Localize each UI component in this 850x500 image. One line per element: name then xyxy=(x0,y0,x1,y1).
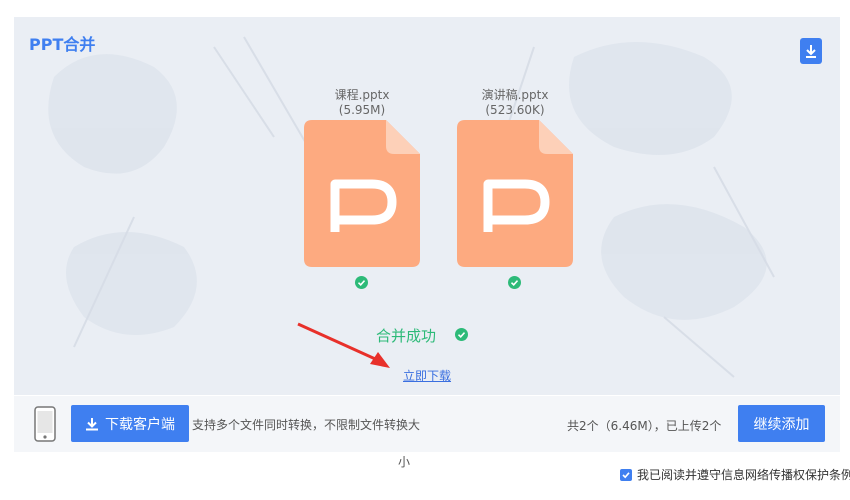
promo-text-wrap: 小 xyxy=(398,455,411,469)
upload-summary: 共2个（6.46M），已上传2个 xyxy=(567,419,722,433)
upload-success-icon xyxy=(355,276,368,289)
file-item: 演讲稿.pptx (523.60K) xyxy=(450,88,580,289)
file-size: (5.95M) xyxy=(338,103,386,117)
download-icon-button[interactable] xyxy=(800,38,822,64)
agreement-checkbox[interactable] xyxy=(620,468,632,481)
file-name: 演讲稿.pptx xyxy=(481,88,549,102)
download-icon xyxy=(806,45,816,58)
file-size: (523.60K) xyxy=(485,103,545,117)
file-item: 课程.pptx (5.95M) xyxy=(297,88,427,289)
agreement-row: 我已阅读并遵守信息网络传播权保护条例 xyxy=(620,466,850,483)
page-title: PPT合并 xyxy=(29,35,96,54)
agreement-text: 我已阅读并遵守信息网络传播权保护条例 xyxy=(637,468,850,482)
merge-status: 合并成功 xyxy=(376,327,437,345)
promo-text: 支持多个文件同时转换，不限制文件转换大 xyxy=(192,418,421,432)
checkmark-icon xyxy=(622,471,630,478)
download-client-button[interactable]: 下载客户端 xyxy=(71,405,189,442)
continue-add-button[interactable]: 继续添加 xyxy=(738,405,825,442)
download-icon xyxy=(86,417,98,430)
ppt-file-icon xyxy=(304,120,420,267)
ppt-merge-page: PPT合并 课程.pptx (5.95M) 演讲稿.pptx (523.60K) xyxy=(0,0,850,500)
upload-success-icon xyxy=(508,276,521,289)
success-check-icon xyxy=(455,328,468,341)
download-client-label: 下载客户端 xyxy=(105,416,175,433)
bottom-bar: 下载客户端 支持多个文件同时转换，不限制文件转换大 共2个（6.46M），已上传… xyxy=(14,396,840,452)
ppt-file-icon xyxy=(457,120,573,267)
phone-icon xyxy=(34,406,56,442)
download-now-link[interactable]: 立即下载 xyxy=(403,367,451,384)
file-name: 课程.pptx xyxy=(334,88,390,102)
